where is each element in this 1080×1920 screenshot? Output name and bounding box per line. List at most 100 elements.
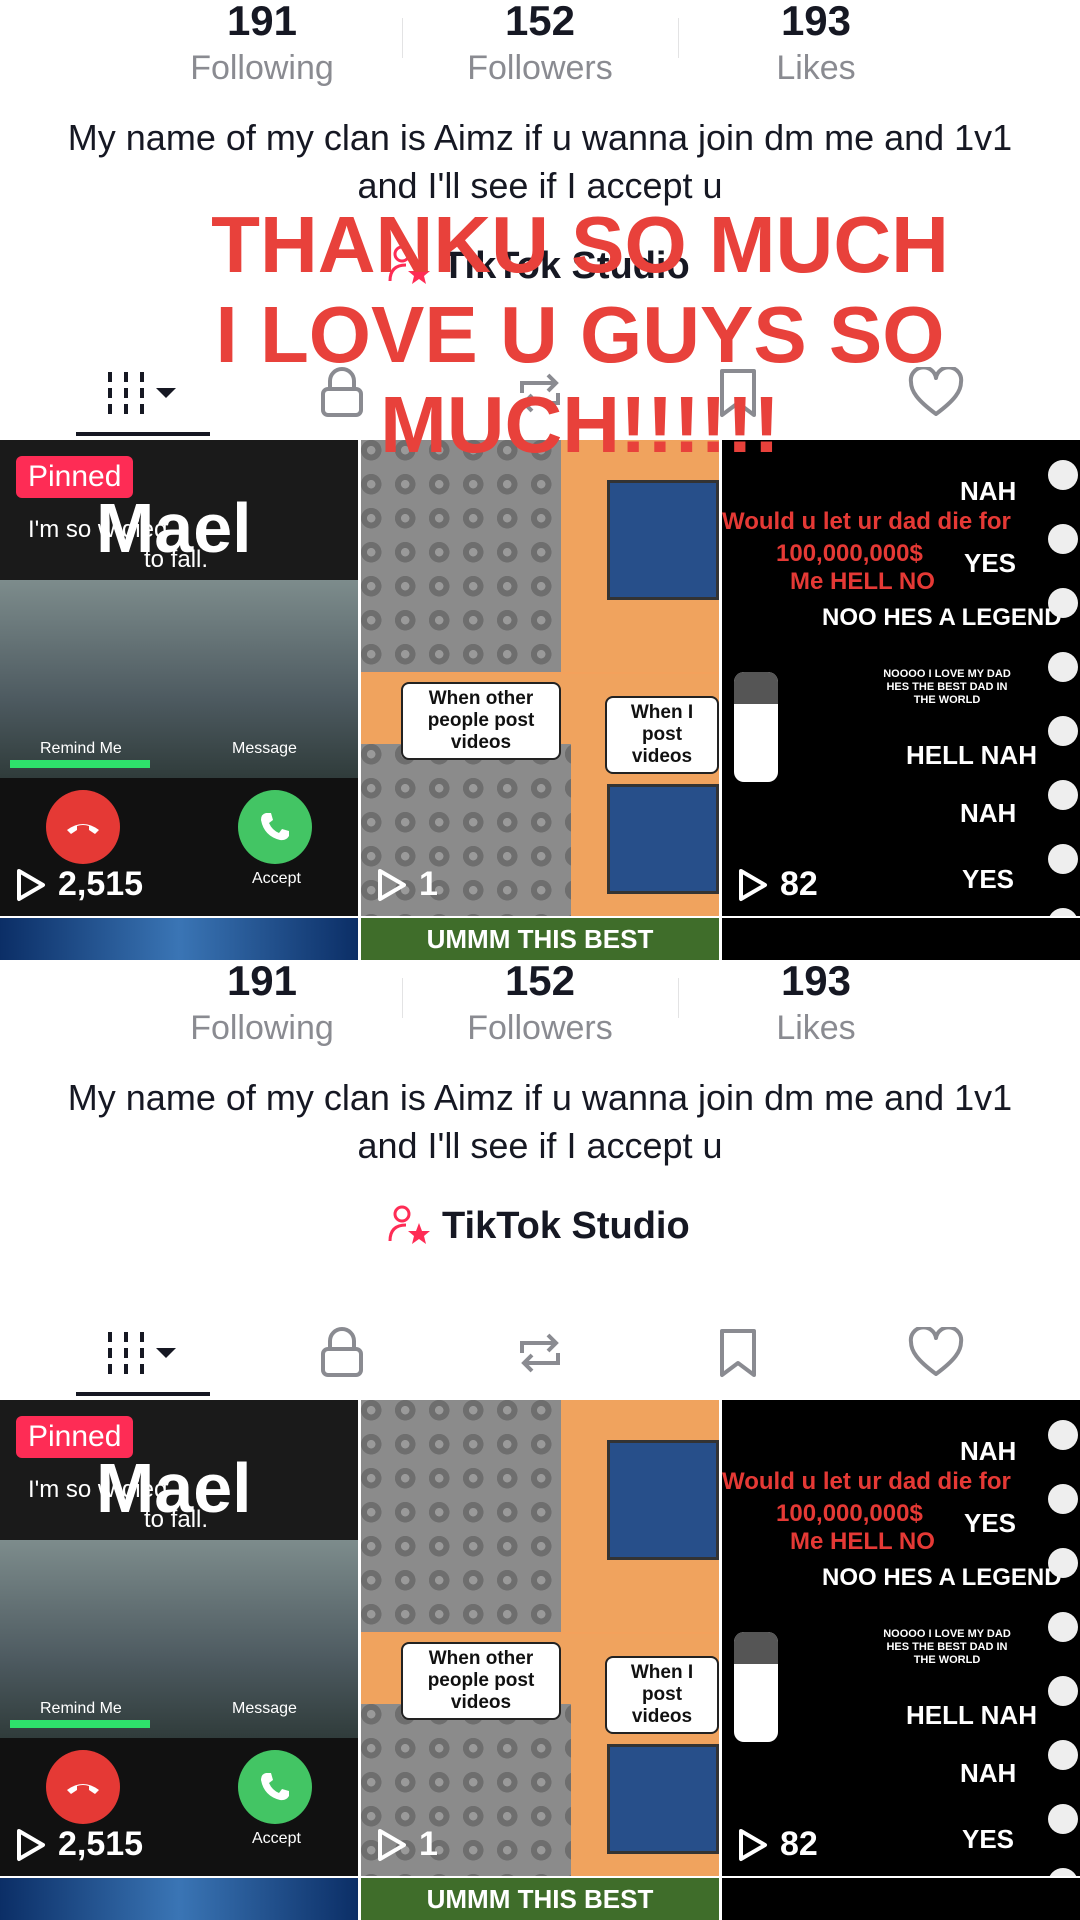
following-label: Following xyxy=(190,1009,334,1047)
booth-window xyxy=(607,1440,719,1560)
repost-icon xyxy=(512,1327,568,1384)
stats-bar: 191 Following 152 Followers 193 Likes xyxy=(0,960,1080,1050)
video-caption-sub: to fall. xyxy=(144,1506,209,1533)
video-thumbnail-3[interactable]: NAH Would u let ur dad die for 100,000,0… xyxy=(722,440,1080,916)
tab-private[interactable] xyxy=(282,1310,402,1400)
following-stat[interactable]: 191 Following xyxy=(124,960,400,1048)
side-icon-column xyxy=(1040,460,1080,916)
comment-text: NOOOO I LOVE MY DAD HES THE BEST DAD IN … xyxy=(883,668,1011,706)
view-count: 82 xyxy=(738,1825,818,1864)
video-thumbnail-2[interactable]: When other people post videos When I pos… xyxy=(361,1400,719,1876)
comment-text: NAH xyxy=(960,798,1017,828)
likes-stat[interactable]: 193 Likes xyxy=(678,960,954,1048)
meme-panel-top xyxy=(361,440,719,672)
video-thumbnail-3[interactable]: NAH Would u let ur dad die for 100,000,0… xyxy=(722,1400,1080,1876)
video-thumbnail-1[interactable]: Pinned I'm so w died Mael to fall. Remin… xyxy=(0,1400,358,1876)
view-count: 82 xyxy=(738,865,818,904)
view-count-value: 1 xyxy=(419,865,438,903)
tab-videos[interactable] xyxy=(84,350,204,440)
likes-count: 193 xyxy=(780,0,852,44)
comment-text: NOOOO I LOVE MY DAD HES THE BEST DAD IN … xyxy=(883,1628,1011,1666)
view-count-value: 82 xyxy=(780,1825,818,1863)
profile-bio: My name of my clan is Aimz if u wanna jo… xyxy=(67,117,1013,206)
view-count-value: 2,515 xyxy=(58,865,144,903)
likes-count: 193 xyxy=(780,960,852,1004)
followers-count: 152 xyxy=(504,0,576,44)
video-caption-sub: to fall. xyxy=(144,546,209,573)
booth-window xyxy=(607,480,719,600)
video-answer: Me HELL NO xyxy=(790,568,935,595)
speech-bubble-right: When I post videos xyxy=(605,696,719,774)
following-stat[interactable]: 191 Following xyxy=(124,0,400,88)
following-count: 191 xyxy=(226,960,298,1004)
tab-favorites[interactable] xyxy=(678,1310,798,1400)
video-thumbnail-6[interactable] xyxy=(722,1878,1080,1920)
followers-label: Followers xyxy=(467,49,613,87)
followers-stat[interactable]: 152 Followers xyxy=(402,0,678,88)
likes-label: Likes xyxy=(776,49,856,87)
video-thumbnail-4[interactable] xyxy=(0,1878,358,1920)
volume-slider-icon xyxy=(734,672,778,782)
profile-bio: My name of my clan is Aimz if u wanna jo… xyxy=(67,1077,1013,1166)
active-tab-indicator xyxy=(76,1392,210,1396)
comment-text: NAH xyxy=(960,1758,1017,1788)
tiktok-studio-link[interactable]: TikTok Studio xyxy=(386,1200,690,1252)
following-label: Following xyxy=(190,49,334,87)
view-count: 1 xyxy=(377,865,438,904)
video-thumbnail-5[interactable]: UMMM THIS BEST xyxy=(361,1878,719,1920)
comment-text: NOO HES A LEGEND xyxy=(822,604,1062,631)
following-count: 191 xyxy=(226,0,298,44)
play-icon xyxy=(378,868,406,901)
video-thumbnail-5[interactable]: UMMM THIS BEST xyxy=(361,918,719,960)
video-grid: Pinned I'm so w died Mael to fall. Remin… xyxy=(0,1400,1080,1920)
video-thumbnail-2[interactable]: When other people post videos When I pos… xyxy=(361,440,719,916)
video-question-amount: 100,000,000$ xyxy=(776,1500,923,1527)
profile-panel-bottom: 191 Following 152 Followers 193 Likes My… xyxy=(0,960,1080,1920)
decline-call-icon xyxy=(46,1750,120,1824)
meme-panel-top xyxy=(361,1400,719,1632)
crowd-illustration xyxy=(361,440,561,672)
bookmark-icon xyxy=(716,1327,760,1384)
comment-text: YES xyxy=(964,548,1017,578)
booth-window xyxy=(607,784,719,894)
tab-reposts[interactable] xyxy=(480,1310,600,1400)
comment-text: HELL NAH xyxy=(906,1700,1037,1730)
remind-me-label: Remind Me xyxy=(40,740,122,757)
video-thumbnail-6[interactable] xyxy=(722,918,1080,960)
followers-label: Followers xyxy=(467,1009,613,1047)
crowd-illustration xyxy=(361,1400,561,1632)
video-question-amount: 100,000,000$ xyxy=(776,540,923,567)
play-icon xyxy=(17,1828,45,1861)
followers-stat[interactable]: 152 Followers xyxy=(402,960,678,1048)
overlay-caption: THANKU SO MUCH I LOVE U GUYS SO MUCH!!!!… xyxy=(211,200,949,469)
health-bar xyxy=(10,760,150,768)
comment-text: YES xyxy=(962,1824,1015,1854)
view-count-value: 82 xyxy=(780,865,818,903)
video-thumbnail-1[interactable]: Pinned I'm so w died Mael to fall. Remin… xyxy=(0,440,358,916)
videos-icon xyxy=(104,368,184,423)
likes-label: Likes xyxy=(776,1009,856,1047)
comment-text: NOO HES A LEGEND xyxy=(822,1564,1062,1591)
followers-count: 152 xyxy=(504,960,576,1004)
message-label: Message xyxy=(232,1700,297,1717)
view-count-value: 1 xyxy=(419,1825,438,1863)
view-count-value: 2,515 xyxy=(58,1825,144,1863)
view-count: 2,515 xyxy=(16,865,143,904)
tab-liked[interactable] xyxy=(876,1310,996,1400)
remind-me-label: Remind Me xyxy=(40,1700,122,1717)
heart-icon xyxy=(907,1324,965,1384)
tab-videos[interactable] xyxy=(84,1310,204,1400)
videos-icon xyxy=(104,1328,184,1383)
play-icon xyxy=(378,1828,406,1861)
video-thumbnail-4[interactable] xyxy=(0,918,358,960)
comment-text: HELL NAH xyxy=(906,740,1037,770)
view-count: 1 xyxy=(377,1825,438,1864)
accept-label: Accept xyxy=(252,870,301,887)
speech-bubble-right: When I post videos xyxy=(605,1656,719,1734)
video-grid: Pinned I'm so w died Mael to fall. Remin… xyxy=(0,440,1080,960)
play-icon xyxy=(739,868,767,901)
accept-label: Accept xyxy=(252,1830,301,1847)
profile-panel-top: 191 Following 152 Followers 193 Likes My… xyxy=(0,0,1080,960)
studio-icon xyxy=(386,1201,432,1252)
likes-stat[interactable]: 193 Likes xyxy=(678,0,954,88)
